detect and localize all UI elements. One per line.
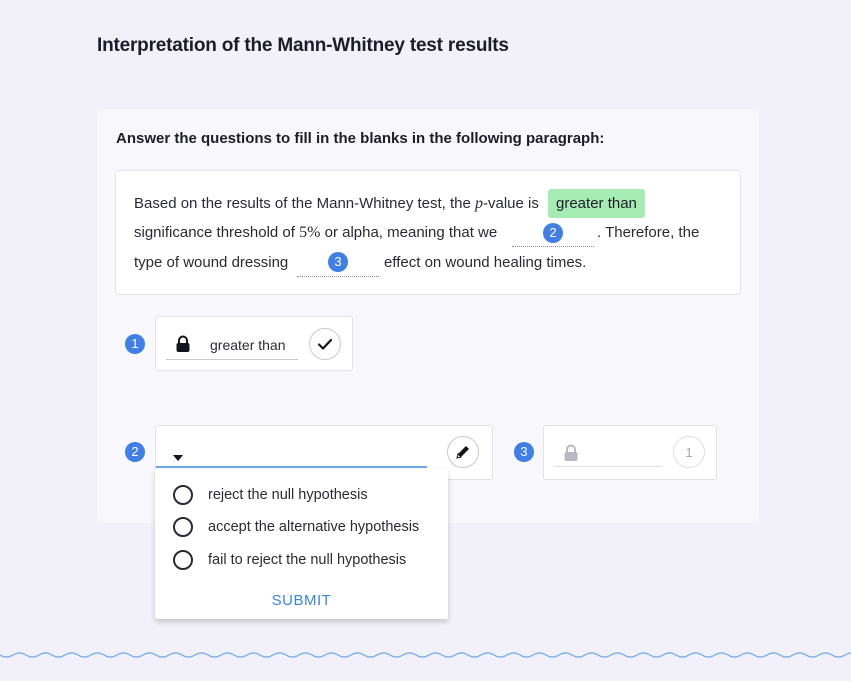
radio-icon[interactable]: [173, 485, 193, 505]
option-1-label: reject the null hypothesis: [208, 487, 368, 503]
paragraph-line-2: significance threshold of 5% or alpha, m…: [134, 224, 497, 242]
question-2-select-underline[interactable]: [156, 466, 427, 468]
option-3-label: fail to reject the null hypothesis: [208, 552, 407, 568]
paragraph-line-3-start: type of wound dressing: [134, 254, 289, 271]
question-3-number: 3: [514, 442, 534, 462]
paragraph-line-2-text: significance threshold of: [134, 224, 300, 241]
attempts-counter: 1: [673, 436, 705, 468]
question-1-underline: [166, 359, 298, 360]
lock-icon: [563, 444, 579, 467]
option-3[interactable]: fail to reject the null hypothesis: [173, 549, 406, 571]
check-button[interactable]: [309, 328, 341, 360]
option-2-label: accept the alternative hypothesis: [208, 519, 420, 535]
question-2-number: 2: [125, 442, 145, 462]
lock-icon: [175, 335, 191, 358]
submit-button[interactable]: SUBMIT: [155, 592, 448, 609]
paragraph-line-1-text: Based on the results of the Mann-Whitney…: [134, 195, 476, 212]
option-1[interactable]: reject the null hypothesis: [173, 484, 368, 506]
p-symbol: p: [475, 195, 484, 212]
threshold-value: 5%: [299, 224, 321, 241]
option-2[interactable]: accept the alternative hypothesis: [173, 516, 419, 538]
p-value-text: -value is: [483, 195, 539, 212]
paragraph-line-2-end: . Therefore, the: [597, 224, 700, 241]
question-1-number: 1: [125, 334, 145, 354]
page-title: Interpretation of the Mann-Whitney test …: [97, 35, 509, 56]
question-3-underline: [554, 466, 662, 467]
filled-answer-1[interactable]: greater than: [548, 189, 645, 218]
question-1-answer: greater than: [210, 337, 286, 353]
paragraph-line-2-after: or alpha, meaning that we: [320, 224, 498, 241]
radio-icon[interactable]: [173, 517, 193, 537]
blank-2-badge[interactable]: 2: [543, 223, 563, 243]
attempts-count: 1: [685, 444, 693, 460]
paragraph-line-1: Based on the results of the Mann-Whitney…: [134, 195, 539, 213]
radio-icon[interactable]: [173, 550, 193, 570]
pencil-icon: [456, 446, 469, 459]
blank-3-badge[interactable]: 3: [328, 252, 348, 272]
check-icon: [317, 338, 333, 350]
wave-divider: [0, 652, 851, 658]
edit-button[interactable]: [447, 436, 479, 468]
caret-down-icon[interactable]: [172, 449, 184, 467]
instructions: Answer the questions to fill in the blan…: [116, 130, 605, 147]
paragraph-line-3-end: effect on wound healing times.: [384, 254, 587, 271]
